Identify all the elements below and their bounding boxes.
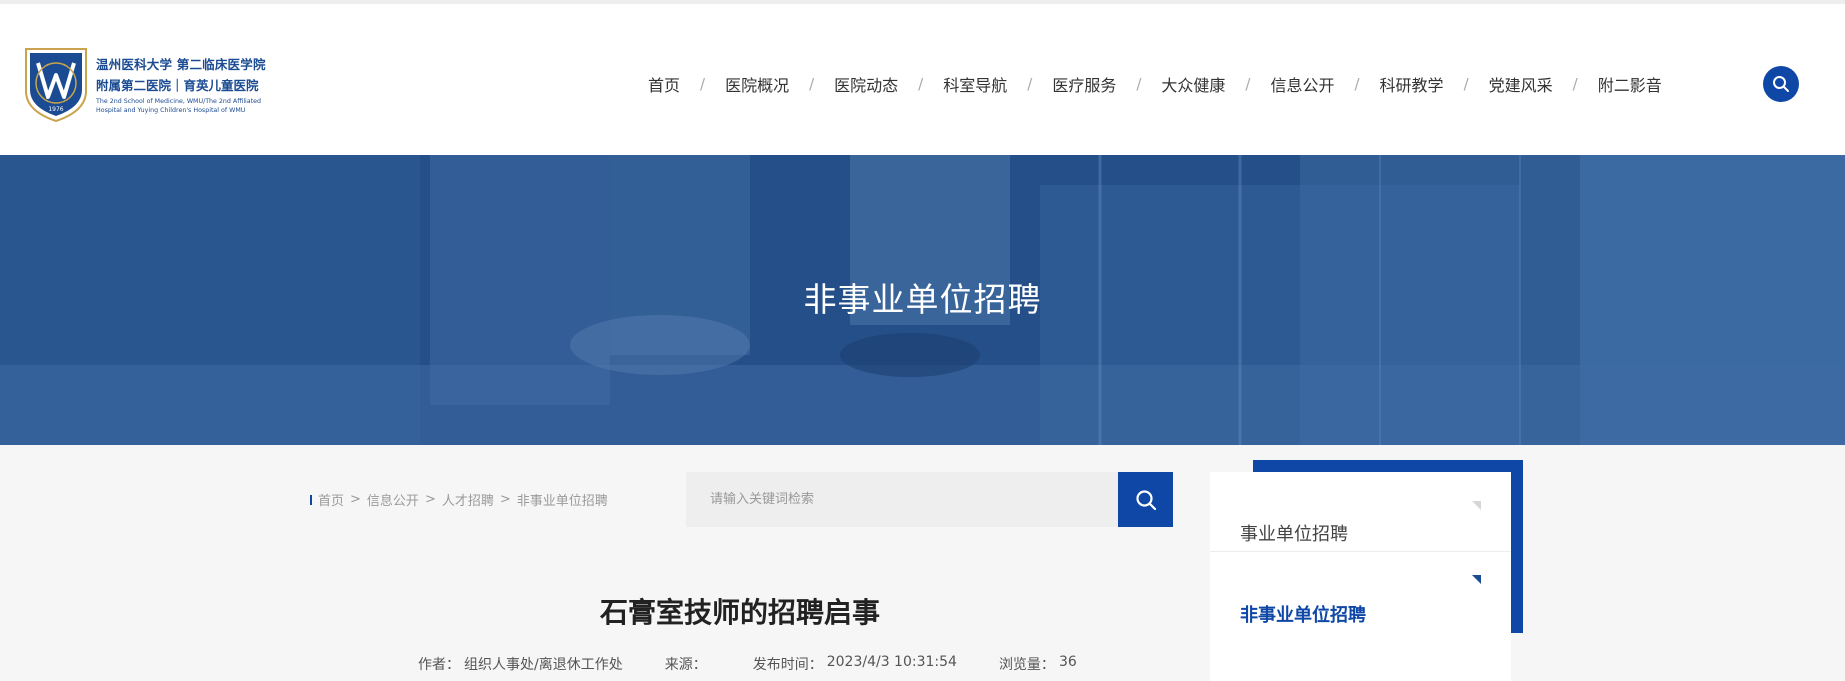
logo-text: 温州医科大学 第二临床医学院 附属第二医院｜育英儿童医院 The 2nd Sch… xyxy=(96,54,266,115)
nav-item-news[interactable]: 医院动态 xyxy=(834,72,898,96)
author-label: 作者： xyxy=(418,657,460,673)
sidebar-item-non-career-posts[interactable]: 非事业单位招聘 xyxy=(1210,553,1511,633)
breadcrumb-item-recruitment[interactable]: 人才招聘 xyxy=(442,490,494,509)
nav-item-research-teaching[interactable]: 科研教学 xyxy=(1380,72,1444,96)
logo-line-2: 附属第二医院｜育英儿童医院 xyxy=(96,77,259,93)
nav-separator: / xyxy=(1136,75,1142,93)
nav-item-media[interactable]: 附二影音 xyxy=(1598,72,1662,96)
nav-separator: / xyxy=(700,75,706,93)
nav-item-medical-services[interactable]: 医疗服务 xyxy=(1052,72,1116,96)
nav-separator: / xyxy=(1463,75,1469,93)
main-nav: 首页 / 医院概况 / 医院动态 / 科室导航 / 医疗服务 / 大众健康 / … xyxy=(648,70,1662,98)
breadcrumb-separator: > xyxy=(350,492,361,507)
nav-separator: / xyxy=(1354,75,1360,93)
sidebar-item-label: 事业单位招聘 xyxy=(1240,524,1348,545)
nav-separator: / xyxy=(1027,75,1033,93)
views-label: 浏览量： xyxy=(998,657,1055,673)
nav-item-information[interactable]: 信息公开 xyxy=(1270,72,1334,96)
article-meta: 作者： 组织人事处/离退休工作处 来源： 发布时间： 2023/4/3 10:3… xyxy=(418,654,1081,674)
nav-separator: / xyxy=(1245,75,1251,93)
breadcrumb-item-current[interactable]: 非事业单位招聘 xyxy=(517,490,608,509)
nav-item-party-building[interactable]: 党建风采 xyxy=(1489,72,1553,96)
header-search-button[interactable] xyxy=(1763,66,1799,102)
hospital-logo[interactable]: 1976 温州医科大学 第二临床医学院 附属第二医院｜育英儿童医院 The 2n… xyxy=(22,44,282,124)
source-label: 来源： xyxy=(664,657,707,673)
banner-title: 非事业单位招聘 xyxy=(803,280,1042,319)
nav-separator: / xyxy=(918,75,924,93)
sidebar-menu: 事业单位招聘 非事业单位招聘 xyxy=(1210,472,1511,681)
search-icon xyxy=(1135,489,1156,510)
breadcrumb: 首页 > 信息公开 > 人才招聘 > 非事业单位招聘 xyxy=(310,490,608,509)
site-header: 1976 温州医科大学 第二临床医学院 附属第二医院｜育英儿童医院 The 2n… xyxy=(0,0,1845,155)
sidebar-item-label: 非事业单位招聘 xyxy=(1240,605,1366,626)
shield-logo-icon: 1976 xyxy=(25,48,87,123)
corner-triangle-icon xyxy=(1472,501,1481,510)
nav-item-overview[interactable]: 医院概况 xyxy=(725,72,789,96)
article-title: 石膏室技师的招聘启事 xyxy=(599,596,880,629)
logo-line-1: 温州医科大学 第二临床医学院 xyxy=(96,56,266,72)
breadcrumb-marker xyxy=(310,494,312,505)
logo-line-3: The 2nd School of Medicine, WMU/The 2nd … xyxy=(96,97,266,115)
logo-line-3a: The 2nd School of Medicine, WMU/The 2nd … xyxy=(96,97,262,105)
nav-separator: / xyxy=(1572,75,1578,93)
search-icon xyxy=(1773,76,1789,92)
author-value: 组织人事处/离退休工作处 xyxy=(464,657,623,673)
keyword-search xyxy=(686,472,1173,527)
date-label: 发布时间： xyxy=(752,657,823,673)
breadcrumb-separator: > xyxy=(499,492,511,507)
nav-item-departments[interactable]: 科室导航 xyxy=(943,72,1007,96)
sidebar-item-career-posts[interactable]: 事业单位招聘 xyxy=(1210,472,1511,552)
page-banner: 非事业单位招聘 xyxy=(0,155,1845,445)
nav-item-public-health[interactable]: 大众健康 xyxy=(1161,72,1225,96)
nav-separator: / xyxy=(809,75,815,93)
svg-text:1976: 1976 xyxy=(48,106,63,113)
breadcrumb-item-home[interactable]: 首页 xyxy=(318,490,344,509)
breadcrumb-separator: > xyxy=(424,492,436,507)
nav-item-home[interactable]: 首页 xyxy=(648,72,680,96)
logo-line-3b: Hospital and Yuying Children's Hospital … xyxy=(96,106,246,114)
search-input[interactable] xyxy=(686,472,1118,527)
date-value: 2023/4/3 10:31:54 xyxy=(826,654,957,670)
corner-triangle-icon xyxy=(1472,575,1481,584)
breadcrumb-item-information[interactable]: 信息公开 xyxy=(367,490,419,509)
search-button[interactable] xyxy=(1118,472,1173,527)
views-value: 36 xyxy=(1058,654,1077,670)
